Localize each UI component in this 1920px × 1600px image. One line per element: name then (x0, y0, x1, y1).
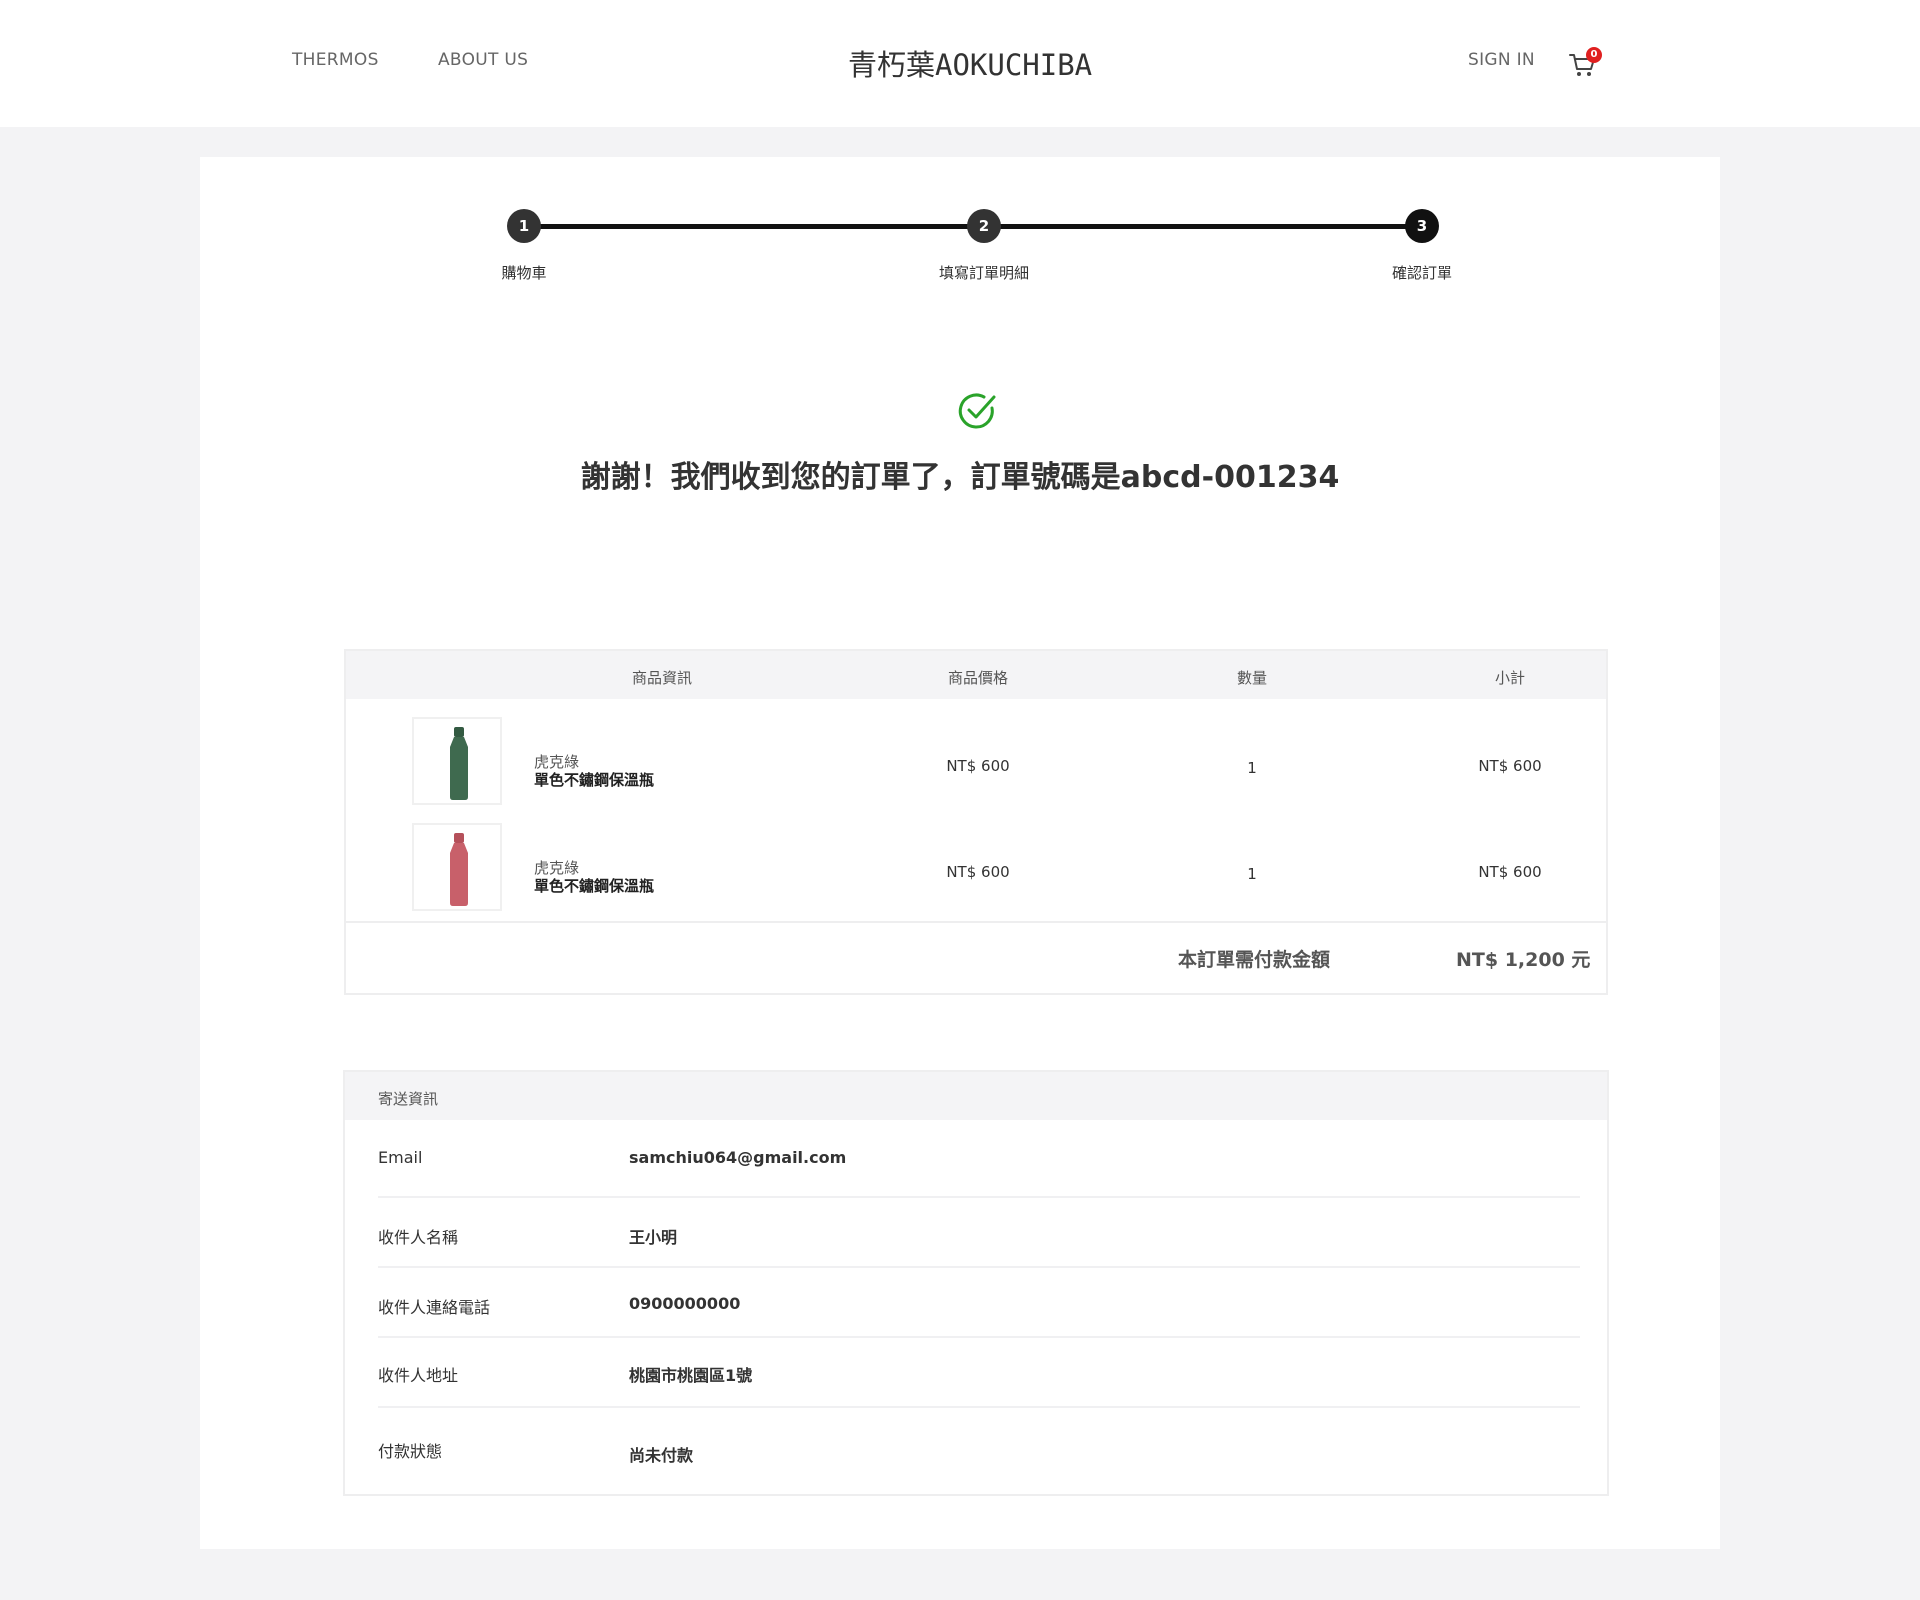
divider (378, 1196, 1580, 1198)
order-total-label: 本訂單需付款金額 (1178, 949, 1331, 971)
nav-thermos-link[interactable]: THERMOS (292, 50, 379, 70)
product-name[interactable]: 單色不鏽鋼保溫瓶 (534, 769, 654, 790)
shipping-info-panel: 寄送資訊 Email samchiu064@gmail.com 收件人名稱 王小… (343, 1070, 1609, 1496)
recipient-address-value: 桃園市桃園區1號 (629, 1366, 753, 1385)
divider (378, 1406, 1580, 1408)
payment-status-label: 付款狀態 (378, 1442, 443, 1461)
stepper-line (984, 224, 1422, 229)
product-name[interactable]: 單色不鏽鋼保溫瓶 (534, 875, 654, 896)
column-header-price: 商品價格 (947, 669, 1009, 687)
step-3-dot: 3 (1405, 209, 1439, 243)
divider (378, 1266, 1580, 1268)
nav-about-us-link[interactable]: ABOUT US (438, 50, 528, 70)
check-circle-icon (958, 393, 996, 429)
email-value: samchiu064@gmail.com (629, 1148, 847, 1167)
table-header: 商品資訊 商品價格 數量 小計 (346, 651, 1606, 699)
recipient-phone-value: 0900000000 (629, 1294, 741, 1313)
order-total-value: NT$ 1,200 元 (1456, 949, 1591, 971)
step-2-label: 填寫訂單明細 (938, 264, 1030, 282)
step-2-dot: 2 (967, 209, 1001, 243)
table-row: 虎克綠 單色不鏽鋼保溫瓶 NT$ 600 1 NT$ 600 (346, 713, 1606, 817)
recipient-name-label: 收件人名稱 (378, 1228, 459, 1247)
divider (346, 921, 1606, 923)
email-label: Email (378, 1148, 423, 1167)
order-summary-table: 商品資訊 商品價格 數量 小計 虎克綠 單色不鏽鋼保溫瓶 NT$ 600 1 N… (344, 649, 1608, 995)
column-header-subtotal: 小計 (1494, 669, 1526, 687)
product-thumbnail (412, 717, 502, 805)
shipping-header: 寄送資訊 (345, 1072, 1607, 1120)
product-subtotal: NT$ 600 (1478, 757, 1542, 775)
cart-count-badge: 0 (1586, 47, 1602, 63)
recipient-phone-label: 收件人連絡電話 (378, 1298, 491, 1317)
recipient-name-value: 王小明 (629, 1228, 678, 1247)
table-row: 虎克綠 單色不鏽鋼保溫瓶 NT$ 600 1 NT$ 600 (346, 819, 1606, 923)
step-1-dot: 1 (507, 209, 541, 243)
product-price: NT$ 600 (946, 863, 1010, 881)
site-header: THERMOS ABOUT US 青朽葉AOKUCHIBA SIGN IN 0 (0, 0, 1920, 127)
stepper-line (524, 224, 984, 229)
product-subtotal: NT$ 600 (1478, 863, 1542, 881)
product-quantity: 1 (1247, 759, 1257, 777)
bottle-image (450, 727, 468, 800)
bottle-image (450, 833, 468, 906)
column-header-quantity: 數量 (1236, 669, 1268, 687)
product-price: NT$ 600 (946, 757, 1010, 775)
divider (378, 1336, 1580, 1338)
order-success-message: 謝謝！我們收到您的訂單了，訂單號碼是abcd-001234 (580, 460, 1340, 495)
recipient-address-label: 收件人地址 (378, 1366, 459, 1385)
step-1-label: 購物車 (501, 264, 547, 282)
shipping-title: 寄送資訊 (378, 1090, 439, 1108)
step-3-label: 確認訂單 (1391, 264, 1453, 282)
sign-in-link[interactable]: SIGN IN (1468, 50, 1535, 70)
product-thumbnail (412, 823, 502, 911)
payment-status-value: 尚未付款 (629, 1446, 694, 1465)
column-header-product: 商品資訊 (631, 669, 693, 687)
site-logo[interactable]: 青朽葉AOKUCHIBA (848, 42, 1092, 84)
product-quantity: 1 (1247, 865, 1257, 883)
